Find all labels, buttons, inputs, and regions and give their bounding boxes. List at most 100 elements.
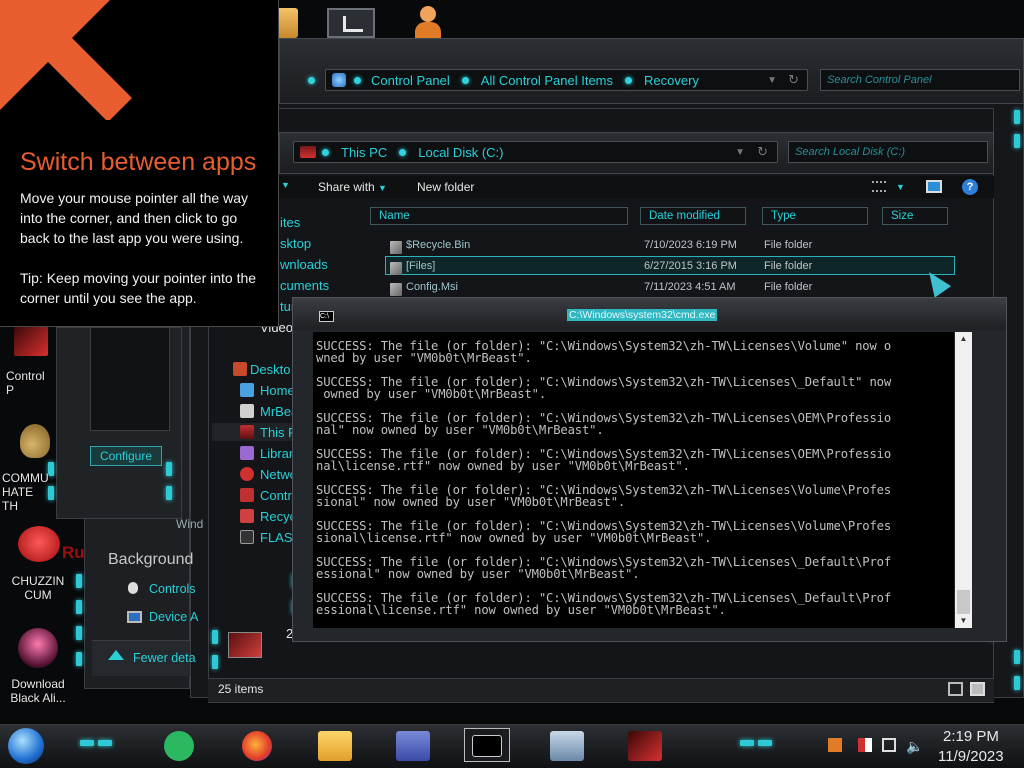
fewer-details-link[interactable]: Fewer deta <box>133 651 196 665</box>
cmd-output-line: sional" now owned by user "VM0b0t\MrBeas… <box>316 495 626 509</box>
control-panel-tree-icon <box>240 488 254 502</box>
notes-icon[interactable] <box>164 731 194 761</box>
table-row[interactable]: $Recycle.Bin 7/10/2023 6:19 PM File fold… <box>386 235 954 254</box>
file-explorer-icon[interactable] <box>318 731 352 761</box>
nav-favorites[interactable]: ites <box>280 215 300 230</box>
chevron-down-icon[interactable]: ▼ <box>767 75 777 86</box>
firefox-icon[interactable] <box>242 731 272 761</box>
tree-desktop[interactable]: Deskto <box>250 362 290 377</box>
background-label: Background <box>108 551 194 568</box>
cmd-title-text: C:\Windows\system32\cmd.exe <box>567 309 718 321</box>
breadcrumb-this-pc[interactable]: This PC <box>341 145 387 160</box>
desktop-icon-label[interactable]: Download Black Ali... <box>4 677 72 705</box>
table-row-selected[interactable]: [Files] 6/27/2015 3:16 PM File folder <box>385 256 955 275</box>
explorer-statusbar <box>208 678 994 702</box>
nav-desktop[interactable]: sktop <box>280 236 311 251</box>
homegroup-icon <box>240 383 254 397</box>
cmd-output-line: owned by user "VM0b0t\MrBeast". <box>316 387 546 401</box>
desktop-tree-icon <box>233 362 247 376</box>
control-panel-icon[interactable] <box>396 731 430 761</box>
tip-hint: Tip: Keep moving your pointer into the c… <box>20 270 257 306</box>
alienware-icon[interactable] <box>18 628 58 668</box>
configure-button[interactable]: Configure <box>90 446 162 466</box>
folder-icon <box>390 240 402 254</box>
device-link[interactable]: Device A <box>149 610 198 624</box>
chuzzle-icon[interactable] <box>18 526 60 562</box>
this-pc-icon <box>240 425 254 439</box>
preview-pane-icon[interactable] <box>926 180 942 193</box>
column-header-name[interactable]: Name <box>370 207 628 225</box>
chevron-down-icon[interactable]: ▼ <box>735 147 745 158</box>
share-with-button[interactable]: Share with ▼ <box>318 180 387 194</box>
column-header-date[interactable]: Date modified <box>640 207 746 225</box>
refresh-icon[interactable]: ↻ <box>757 144 768 160</box>
tree-libraries[interactable]: Librari <box>260 446 296 461</box>
flash-drive-icon <box>240 530 254 544</box>
explorer-address-bar[interactable]: This PC Local Disk (C:) ▼ ↻ <box>293 141 778 163</box>
network-icon[interactable] <box>882 738 896 752</box>
chevron-down-icon[interactable]: ▼ <box>896 182 905 192</box>
folder-icon <box>390 282 402 296</box>
new-folder-button[interactable]: New folder <box>417 180 474 194</box>
control-panel-icon[interactable] <box>14 326 48 356</box>
nav-downloads[interactable]: wnloads <box>280 257 328 272</box>
desktop: Control Panel All Control Panel Items Re… <box>0 0 1024 768</box>
alienware-icon[interactable] <box>628 731 662 761</box>
language-icon[interactable] <box>828 738 842 752</box>
cmd-output-line: nal\license.rtf" now owned by user "VM0b… <box>316 459 690 473</box>
cmd-icon: C:\ <box>319 311 334 322</box>
column-header-size[interactable]: Size <box>882 207 948 225</box>
start-orb-icon[interactable] <box>8 728 44 764</box>
network-icon <box>240 467 254 481</box>
breadcrumb-all-items[interactable]: All Control Panel Items <box>481 73 613 88</box>
breadcrumb-local-disk[interactable]: Local Disk (C:) <box>418 145 503 160</box>
tip-title: Switch between apps <box>20 148 257 176</box>
volume-icon[interactable]: 🔈 <box>906 738 923 755</box>
cmd-scrollbar[interactable]: ▲ ▼ <box>955 332 972 628</box>
desktop-icon-label[interactable]: Control P <box>0 369 52 397</box>
breadcrumb-control-panel[interactable]: Control Panel <box>371 73 450 88</box>
user-desktop-icon[interactable] <box>413 6 443 38</box>
control-panel-address-bar[interactable]: Control Panel All Control Panel Items Re… <box>325 69 808 91</box>
explorer-search-input[interactable]: Search Local Disk (C:) <box>788 141 988 163</box>
arrow-up-left-icon <box>0 0 140 122</box>
monitor-icon[interactable] <box>550 731 584 761</box>
cmd-icon[interactable] <box>472 735 502 757</box>
recycle-bin-icon <box>240 509 254 523</box>
cmd-output-line: essional" now owned by user "VM0b0t\MrBe… <box>316 567 640 581</box>
view-options-icon[interactable] <box>872 181 886 192</box>
arrow-up-icon[interactable] <box>108 650 124 660</box>
status-item-count: 25 items <box>218 682 264 696</box>
cmd-output-line: essional\license.rtf" now owned by user … <box>316 603 726 617</box>
clock-time[interactable]: 2:19 PM <box>943 728 999 745</box>
details-view-icon[interactable] <box>948 682 963 696</box>
large-icons-view-icon[interactable] <box>970 682 985 696</box>
cmd-output[interactable]: SUCCESS: The file (or folder): "C:\Windo… <box>313 332 954 628</box>
control-panel-icon <box>332 73 346 87</box>
nav-documents[interactable]: cuments <box>280 278 329 293</box>
table-row[interactable]: Config.Msi 7/11/2023 4:51 AM File folder <box>386 277 954 296</box>
scroll-up-icon[interactable]: ▲ <box>955 332 972 346</box>
scroll-thumb[interactable] <box>957 590 970 614</box>
chevron-down-icon[interactable]: ▼ <box>281 180 290 190</box>
controls-link[interactable]: Controls <box>149 582 196 596</box>
explorer-preview-thumb <box>228 632 262 658</box>
cmd-output-line: wned by user "VM0b0t\MrBeast". <box>316 351 532 365</box>
cmd-window[interactable]: C:\ C:\Windows\system32\cmd.exe SUCCESS:… <box>292 297 1007 642</box>
refresh-icon[interactable]: ↻ <box>788 72 799 88</box>
scroll-down-icon[interactable]: ▼ <box>955 614 972 628</box>
column-header-type[interactable]: Type <box>762 207 868 225</box>
switch-apps-tip: Switch between apps Move your mouse poin… <box>0 0 279 327</box>
help-icon[interactable]: ? <box>962 179 978 195</box>
money-bag-icon[interactable] <box>20 424 50 458</box>
clock-date[interactable]: 11/9/2023 <box>938 748 1004 765</box>
flag-icon[interactable] <box>858 738 872 752</box>
desktop-icon-label[interactable]: CHUZZIN CUM <box>6 574 70 602</box>
tree-recycle-bin[interactable]: Recyc <box>260 509 296 524</box>
device-icon <box>127 611 142 623</box>
network-app-icon[interactable] <box>327 8 375 38</box>
breadcrumb-recovery[interactable]: Recovery <box>644 73 699 88</box>
libraries-icon <box>240 446 254 460</box>
control-panel-search-input[interactable]: Search Control Panel <box>820 69 1020 91</box>
desktop-icon-label[interactable]: COMMU HATE TH <box>0 471 52 513</box>
